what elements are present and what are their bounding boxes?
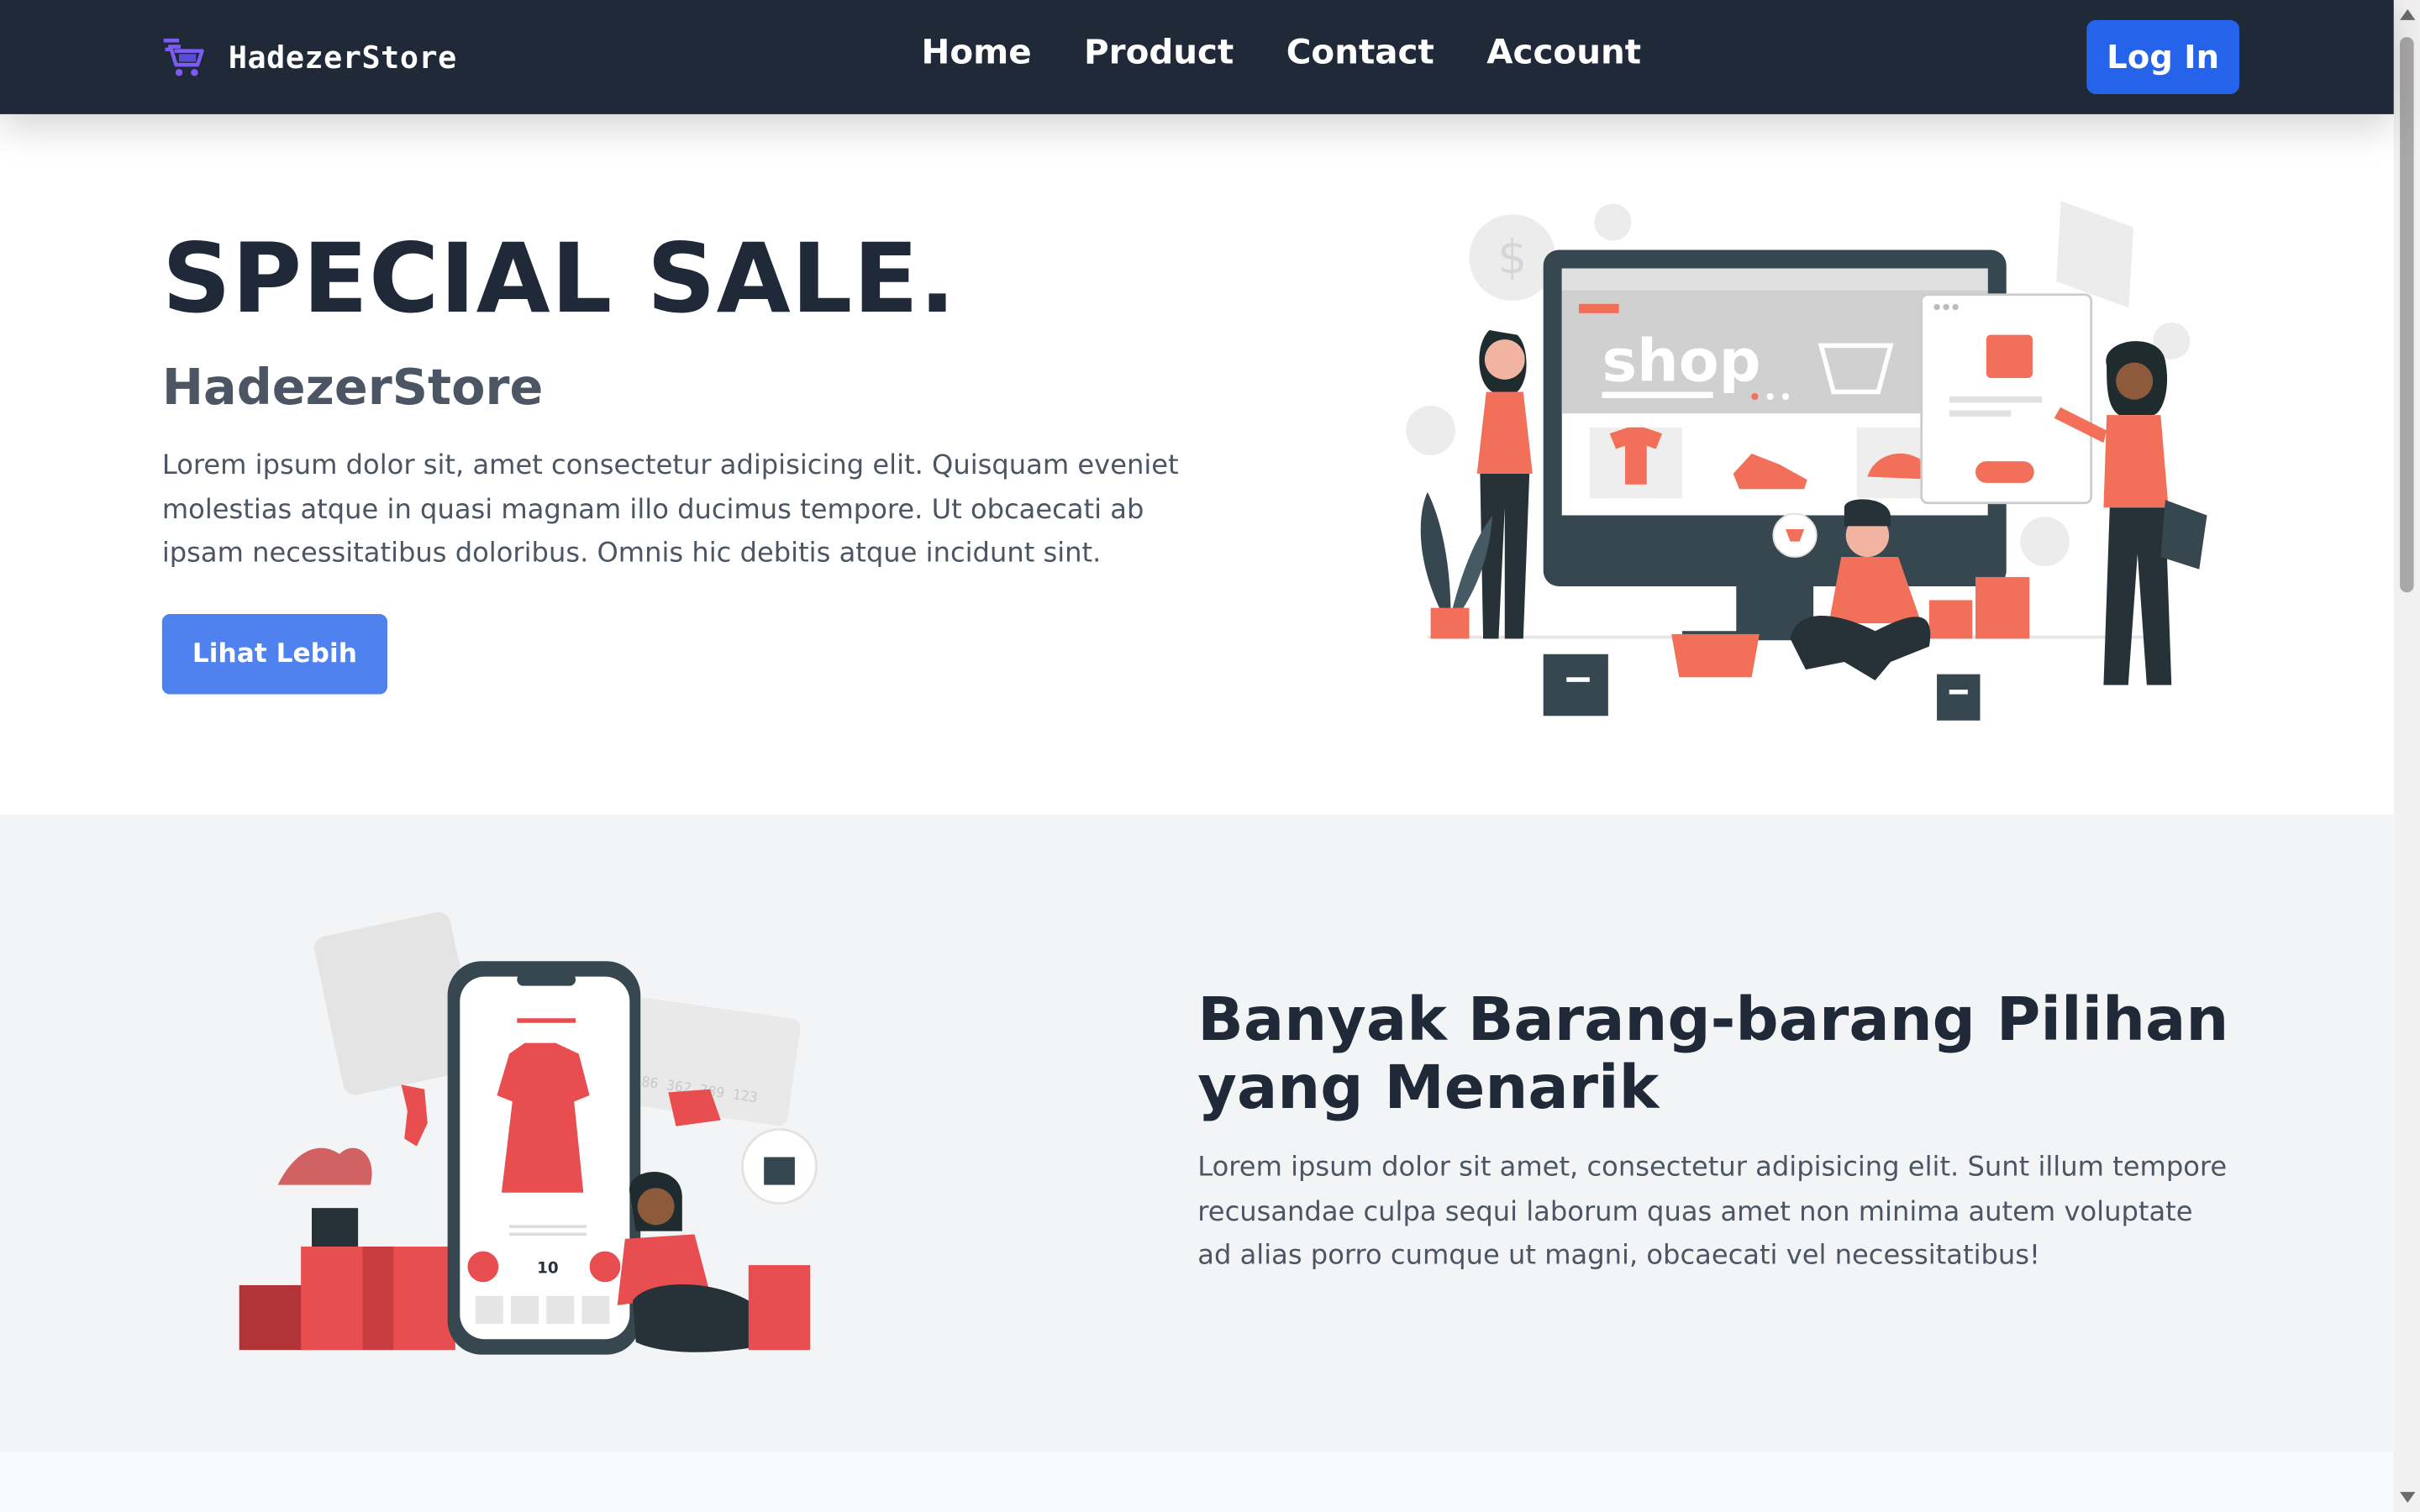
shop-screen-label: shop xyxy=(1602,328,1760,396)
navbar: HadezerStore Home Product Contact Accoun… xyxy=(0,0,2394,114)
features-section: 86 362 789 123 10 Banyak Barang-barang P… xyxy=(0,814,2394,1452)
next-section xyxy=(0,1452,2394,1512)
phone-price-label: 10 xyxy=(537,1259,559,1277)
hero-description: Lorem ipsum dolor sit, amet consectetur … xyxy=(161,450,1179,570)
svg-text:$: $ xyxy=(1497,230,1527,284)
shop-illustration: $ shop xyxy=(1406,201,2207,721)
nav-account[interactable]: Account xyxy=(1486,34,1641,72)
brand-name: HadezerStore xyxy=(228,38,457,76)
page: HadezerStore Home Product Contact Accoun… xyxy=(0,0,2420,1512)
hero-section: SPECIAL SALE. HadezerStore Lorem ipsum d… xyxy=(0,113,2394,815)
scroll-up-arrow-icon[interactable] xyxy=(2400,9,2416,20)
nav-contact[interactable]: Contact xyxy=(1286,34,1434,72)
brand[interactable]: HadezerStore xyxy=(160,34,457,80)
scroll-down-arrow-icon[interactable] xyxy=(2400,1492,2416,1503)
see-more-button[interactable]: Lihat Lebih xyxy=(161,614,388,695)
mobile-shopping-illustration: 86 362 789 123 10 xyxy=(239,911,818,1355)
main-nav: Home Product Contact Account xyxy=(922,34,1642,72)
features-description: Lorem ipsum dolor sit amet, consectetur … xyxy=(1197,1152,2228,1272)
shopping-cart-icon xyxy=(163,38,204,76)
nav-product[interactable]: Product xyxy=(1084,34,1234,72)
hero-subtitle: HadezerStore xyxy=(161,358,544,417)
scrollbar-thumb[interactable] xyxy=(2400,37,2414,593)
nav-home[interactable]: Home xyxy=(922,34,1032,72)
hero-title: SPECIAL SALE. xyxy=(161,222,957,335)
features-title: Banyak Barang-barang Pilihan yang Menari… xyxy=(1197,985,2229,1124)
login-button[interactable]: Log In xyxy=(2086,19,2240,95)
page-scrollbar[interactable] xyxy=(2393,0,2420,1512)
